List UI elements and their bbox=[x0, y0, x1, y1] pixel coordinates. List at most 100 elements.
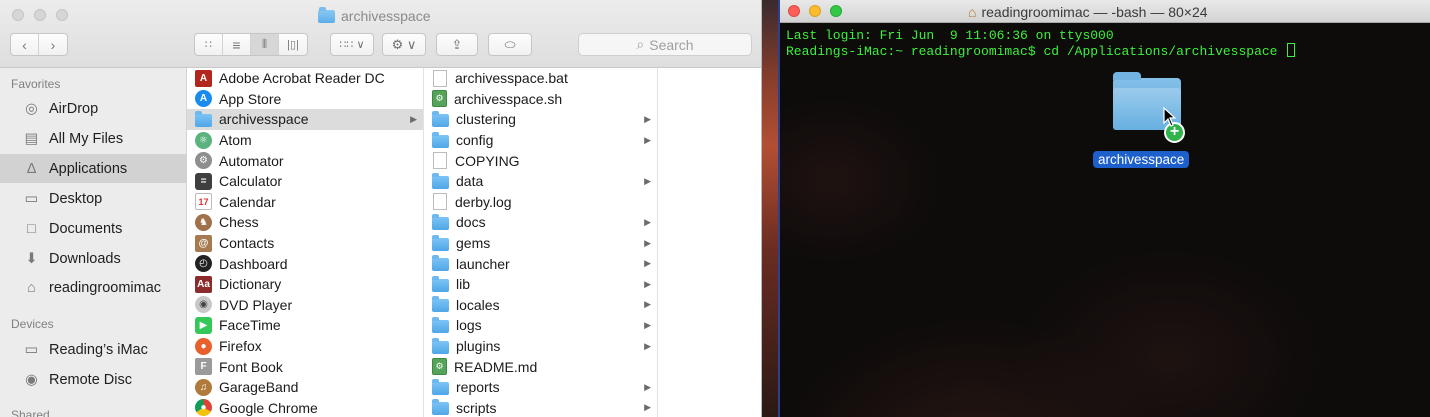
close-button[interactable] bbox=[788, 5, 800, 17]
sidebar-item-applications[interactable]: ∆ Applications bbox=[0, 154, 187, 183]
list-item[interactable]: data ▶ bbox=[424, 171, 657, 192]
share-button[interactable]: ⇪ bbox=[436, 33, 478, 56]
forward-button[interactable]: › bbox=[39, 34, 67, 55]
cover-flow-icon: |▯| bbox=[287, 39, 299, 51]
list-item-label: docs bbox=[456, 214, 486, 231]
acrobat-icon: A bbox=[195, 69, 212, 87]
list-item-label: Font Book bbox=[219, 358, 283, 375]
chess-icon: ♞ bbox=[195, 213, 212, 231]
list-icon: ≡ bbox=[232, 36, 241, 53]
sidebar-item-all-my-files[interactable]: ▤ All My Files bbox=[0, 124, 187, 153]
list-item[interactable]: reports ▶ bbox=[424, 377, 657, 398]
list-item[interactable]: = Calculator bbox=[187, 171, 423, 192]
list-item[interactable]: clustering ▶ bbox=[424, 109, 657, 130]
sidebar-item-label: AirDrop bbox=[49, 100, 99, 117]
list-item[interactable]: ⚙ README.md bbox=[424, 356, 657, 377]
arrange-button[interactable]: ∷∷ ∨ bbox=[330, 33, 374, 56]
cover-flow-button[interactable]: |▯| bbox=[279, 34, 307, 55]
sidebar-item-label: Downloads bbox=[49, 250, 121, 267]
list-view-button[interactable]: ≡ bbox=[223, 34, 251, 55]
list-item[interactable]: archivesspace.bat bbox=[424, 68, 657, 89]
list-item[interactable]: launcher ▶ bbox=[424, 253, 657, 274]
gear-icon: ⚙ ∨ bbox=[391, 36, 417, 52]
sidebar-item-imac[interactable]: ▭ Reading’s iMac bbox=[0, 335, 187, 364]
close-button[interactable] bbox=[12, 9, 24, 21]
sidebar-item-label: readingroomimac bbox=[49, 279, 162, 296]
list-item[interactable]: logs ▶ bbox=[424, 315, 657, 336]
document-icon bbox=[433, 69, 447, 87]
minimize-button[interactable] bbox=[809, 5, 821, 17]
tags-button[interactable]: ⬭ bbox=[488, 33, 532, 56]
list-item[interactable]: config ▶ bbox=[424, 130, 657, 151]
list-item[interactable]: ◴ Dashboard bbox=[187, 253, 423, 274]
folder-icon bbox=[432, 316, 449, 333]
minimize-button[interactable] bbox=[34, 9, 46, 21]
sidebar-item-airdrop[interactable]: ◎ AirDrop bbox=[0, 94, 187, 123]
list-item[interactable]: derby.log bbox=[424, 192, 657, 213]
list-item-label: COPYING bbox=[455, 152, 520, 169]
list-item[interactable]: ♞ Chess bbox=[187, 212, 423, 233]
list-item-label: Automator bbox=[219, 152, 284, 169]
chevron-right-icon: › bbox=[50, 36, 56, 53]
list-item[interactable]: gems ▶ bbox=[424, 233, 657, 254]
zoom-button[interactable] bbox=[830, 5, 842, 17]
icon-view-button[interactable]: ∷ bbox=[195, 34, 223, 55]
window-title-text: readingroomimac — -bash — 80×24 bbox=[981, 3, 1208, 20]
empty-column[interactable] bbox=[658, 68, 761, 417]
search-input[interactable]: ⌕ Search bbox=[578, 33, 752, 56]
list-item[interactable]: docs ▶ bbox=[424, 212, 657, 233]
folder-icon bbox=[432, 234, 449, 251]
disclosure-arrow-icon: ▶ bbox=[644, 216, 651, 227]
sidebar-item-documents[interactable]: □ Documents bbox=[0, 214, 187, 243]
list-item[interactable]: ▶ FaceTime bbox=[187, 315, 423, 336]
list-item-label: Atom bbox=[219, 132, 252, 149]
list-item[interactable]: @ Contacts bbox=[187, 233, 423, 254]
list-item[interactable]: F Font Book bbox=[187, 356, 423, 377]
list-item[interactable]: ◉ DVD Player bbox=[187, 295, 423, 316]
list-item[interactable]: ♫ GarageBand bbox=[187, 377, 423, 398]
action-button[interactable]: ⚙ ∨ bbox=[382, 33, 426, 56]
sidebar-item-home[interactable]: ⌂ readingroomimac bbox=[0, 273, 187, 302]
list-item-label: reports bbox=[456, 379, 500, 396]
list-item[interactable]: ⚙ archivesspace.sh bbox=[424, 89, 657, 110]
list-item[interactable]: Aa Dictionary bbox=[187, 274, 423, 295]
list-item[interactable]: scripts ▶ bbox=[424, 398, 657, 417]
list-item-label: Contacts bbox=[219, 235, 275, 252]
list-item[interactable]: A Adobe Acrobat Reader DC bbox=[187, 68, 423, 89]
list-item-selected[interactable]: archivesspace ▶ bbox=[187, 109, 423, 130]
sidebar-item-label: Applications bbox=[49, 160, 128, 177]
list-item[interactable]: ⚙ Automator bbox=[187, 150, 423, 171]
window-title-text: archivesspace bbox=[341, 8, 431, 24]
sidebar-item-desktop[interactable]: ▭ Desktop bbox=[0, 184, 187, 213]
list-item[interactable]: ⚛ Atom bbox=[187, 130, 423, 151]
list-item[interactable]: ● Firefox bbox=[187, 336, 423, 357]
list-item[interactable]: lib ▶ bbox=[424, 274, 657, 295]
list-item[interactable]: ● Google Chrome bbox=[187, 398, 423, 417]
grid-icon: ∷ bbox=[205, 39, 212, 51]
terminal-output[interactable]: Last login: Fri Jun 9 11:06:36 on ttys00… bbox=[786, 28, 1296, 59]
disclosure-arrow-icon: ▶ bbox=[644, 319, 651, 330]
zoom-button[interactable] bbox=[56, 9, 68, 21]
sidebar-item-label: Reading’s iMac bbox=[49, 341, 148, 358]
automator-icon: ⚙ bbox=[195, 152, 212, 170]
tag-icon: ⬭ bbox=[504, 36, 516, 52]
list-item[interactable]: COPYING bbox=[424, 150, 657, 171]
calendar-icon: 17 bbox=[195, 193, 212, 211]
folder-icon bbox=[432, 399, 449, 416]
list-item[interactable]: A App Store bbox=[187, 89, 423, 110]
column-view-button[interactable]: ⫴ bbox=[251, 34, 279, 55]
sidebar-item-downloads[interactable]: ⬇ Downloads bbox=[0, 244, 187, 273]
sidebar-item-remote-disc[interactable]: ◉ Remote Disc bbox=[0, 365, 187, 394]
share-icon: ⇪ bbox=[451, 36, 463, 52]
back-button[interactable]: ‹ bbox=[11, 34, 39, 55]
disclosure-arrow-icon: ▶ bbox=[644, 134, 651, 145]
list-item[interactable]: 17 Calendar bbox=[187, 192, 423, 213]
mouse-pointer-icon bbox=[1163, 107, 1177, 127]
list-item-label: plugins bbox=[456, 338, 501, 355]
calculator-icon: = bbox=[195, 172, 212, 190]
atom-icon: ⚛ bbox=[195, 131, 212, 149]
list-item[interactable]: plugins ▶ bbox=[424, 336, 657, 357]
list-item-label: clustering bbox=[456, 111, 516, 128]
list-item[interactable]: locales ▶ bbox=[424, 295, 657, 316]
list-item-label: FaceTime bbox=[219, 317, 281, 334]
